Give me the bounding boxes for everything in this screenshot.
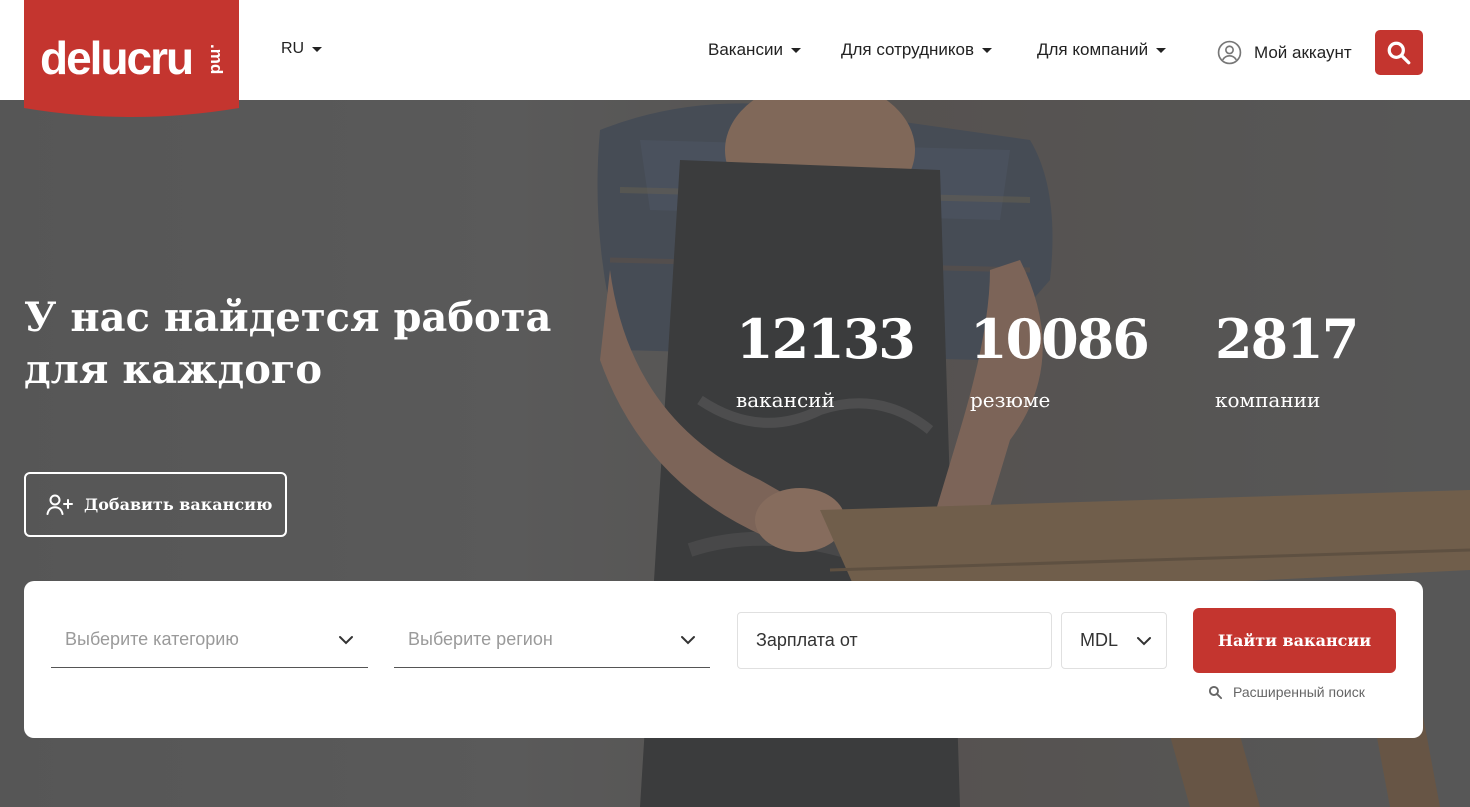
caret-down-icon bbox=[1156, 47, 1167, 53]
stat-vacancies-value: 12133 bbox=[736, 307, 916, 371]
add-vacancy-button[interactable]: Добавить вакансию bbox=[24, 472, 287, 537]
stat-companies: 2817 компании bbox=[1215, 307, 1359, 412]
nav-for-companies-label: Для компаний bbox=[1037, 40, 1149, 59]
stat-resumes: 10086 резюме bbox=[970, 307, 1150, 412]
stat-vacancies: 12133 вакансий bbox=[736, 307, 916, 412]
advanced-search-link[interactable]: Расширенный поиск bbox=[1208, 684, 1365, 700]
chevron-down-icon bbox=[1137, 636, 1151, 645]
currency-select[interactable]: MDL bbox=[1061, 612, 1167, 669]
salary-from-input[interactable] bbox=[737, 612, 1052, 669]
stat-companies-label: компании bbox=[1215, 388, 1321, 412]
hero-title: У нас найдется работа для каждого bbox=[24, 294, 552, 393]
stat-resumes-label: резюме bbox=[970, 388, 1051, 412]
nav-vacancies-label: Вакансии bbox=[708, 40, 783, 59]
logo-domain-suffix: .md bbox=[207, 44, 226, 74]
category-select[interactable]: Выберите категорию bbox=[51, 612, 368, 668]
caret-down-icon bbox=[312, 46, 323, 52]
region-placeholder: Выберите регион bbox=[408, 629, 553, 649]
search-panel: Выберите категорию Выберите регион MDL Н… bbox=[24, 581, 1423, 738]
region-select[interactable]: Выберите регион bbox=[394, 612, 710, 668]
find-vacancies-button[interactable]: Найти вакансии bbox=[1193, 608, 1396, 673]
header-search-button[interactable] bbox=[1375, 30, 1423, 75]
nav-for-employees-label: Для сотрудников bbox=[841, 40, 975, 59]
language-selector[interactable]: RU bbox=[281, 40, 323, 58]
language-label: RU bbox=[281, 40, 305, 57]
add-vacancy-label: Добавить вакансию bbox=[84, 495, 273, 514]
stat-companies-value: 2817 bbox=[1215, 307, 1359, 371]
logo-wordmark: delucru bbox=[40, 32, 192, 84]
find-vacancies-label: Найти вакансии bbox=[1217, 631, 1372, 650]
nav-for-companies[interactable]: Для компаний bbox=[1037, 40, 1167, 60]
nav-for-employees[interactable]: Для сотрудников bbox=[841, 40, 993, 60]
caret-down-icon bbox=[982, 47, 993, 53]
currency-value: MDL bbox=[1080, 630, 1119, 650]
search-icon bbox=[1208, 685, 1223, 699]
advanced-search-label: Расширенный поиск bbox=[1233, 684, 1365, 700]
my-account-label: Мой аккаунт bbox=[1254, 42, 1352, 62]
category-placeholder: Выберите категорию bbox=[65, 629, 239, 649]
user-plus-icon bbox=[46, 494, 73, 515]
stat-vacancies-label: вакансий bbox=[736, 388, 835, 412]
user-circle-icon bbox=[1217, 40, 1242, 65]
site-logo[interactable]: delucru .md bbox=[24, 0, 239, 124]
caret-down-icon bbox=[790, 47, 801, 53]
search-icon bbox=[1387, 41, 1411, 64]
chevron-down-icon bbox=[681, 635, 695, 644]
stat-resumes-value: 10086 bbox=[970, 307, 1150, 371]
my-account-link[interactable]: Мой аккаунт bbox=[1217, 40, 1352, 65]
nav-vacancies[interactable]: Вакансии bbox=[708, 40, 801, 60]
chevron-down-icon bbox=[339, 635, 353, 644]
